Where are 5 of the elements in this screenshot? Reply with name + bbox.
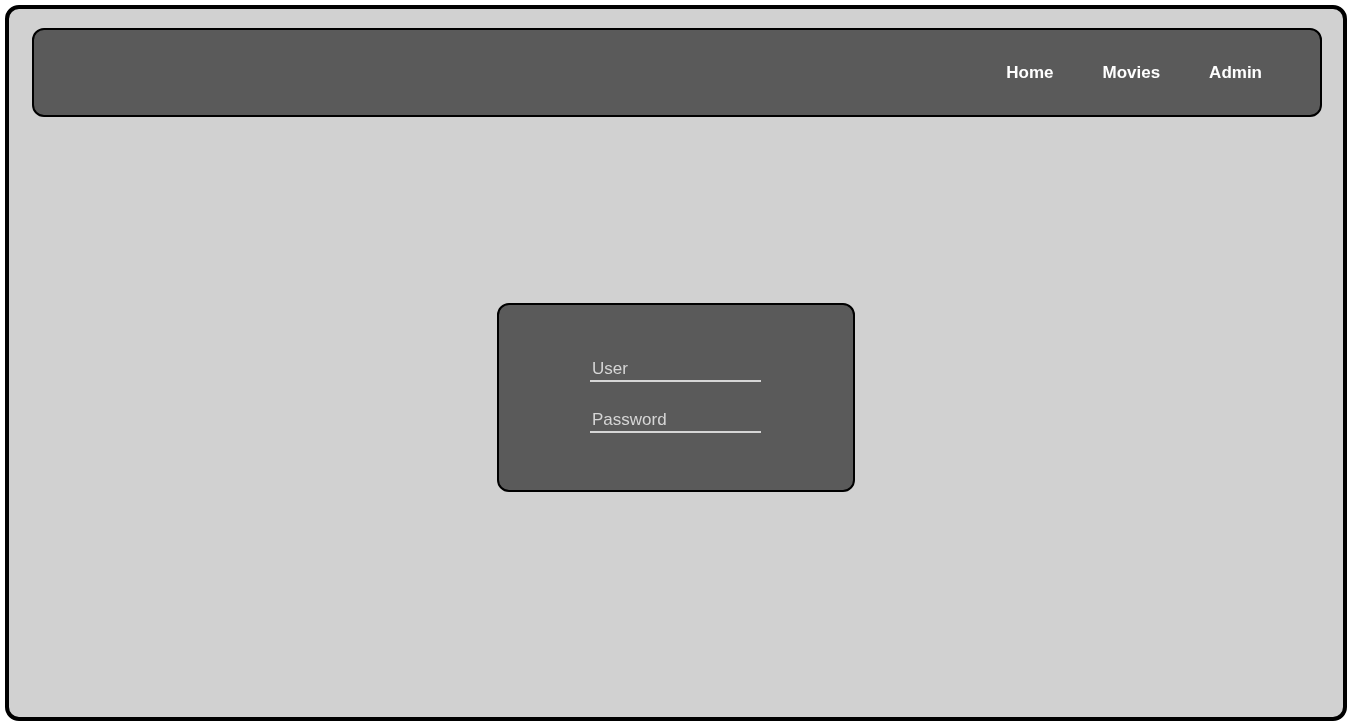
nav-link[interactable]: Admin: [1209, 62, 1262, 83]
user-field[interactable]: User: [590, 358, 761, 382]
password-field[interactable]: Password: [590, 409, 761, 433]
nav-link[interactable]: Movies: [1102, 62, 1161, 83]
nav-link[interactable]: Home: [1006, 62, 1054, 83]
